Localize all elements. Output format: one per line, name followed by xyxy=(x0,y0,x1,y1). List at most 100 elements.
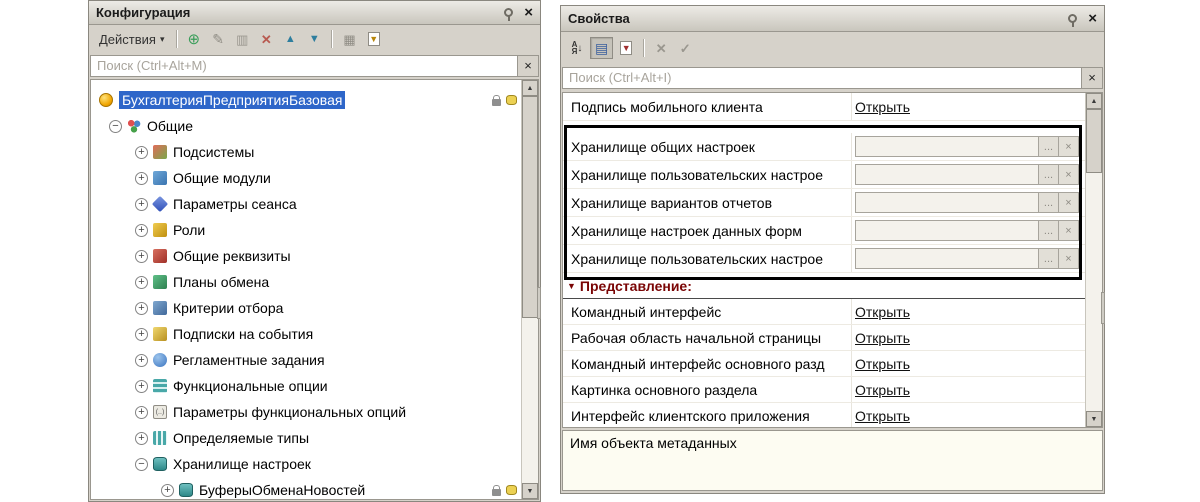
clear-field-button[interactable]: × xyxy=(1058,220,1079,241)
search-clear-button[interactable]: × xyxy=(1082,66,1103,89)
sort-alphabetical-button[interactable]: АЯ ↓ xyxy=(566,37,588,59)
collapse-icon[interactable]: − xyxy=(109,119,122,133)
apply-button[interactable]: ✓ xyxy=(674,37,696,59)
configuration-tree: БухгалтерияПредприятияБазовая − Общие + … xyxy=(90,79,539,500)
close-icon[interactable]: × xyxy=(524,5,533,20)
delete-button[interactable]: ✕ xyxy=(255,28,277,50)
tree-item-common-modules[interactable]: + Общие модули xyxy=(91,165,538,191)
properties-search-input[interactable] xyxy=(562,66,1082,89)
property-label: Картинка основного раздела xyxy=(571,381,758,398)
tree-item-common[interactable]: − Общие xyxy=(91,113,538,139)
expand-icon[interactable]: + xyxy=(135,431,148,445)
categories-view-button[interactable]: ▤ xyxy=(590,37,614,59)
filter-by-subsystems-button[interactable]: ▼ xyxy=(363,28,385,50)
ellipsis-button[interactable]: ... xyxy=(1038,164,1059,185)
tree-item-roles[interactable]: + Роли xyxy=(91,217,538,243)
storage-value-input[interactable] xyxy=(855,248,1039,269)
properties-titlebar[interactable]: Свойства × xyxy=(561,6,1104,32)
open-link[interactable]: Открыть xyxy=(855,356,910,372)
tree-item-event-subscriptions[interactable]: + Подписки на события xyxy=(91,321,538,347)
expand-icon[interactable]: + xyxy=(135,275,148,289)
expand-icon[interactable]: + xyxy=(135,405,148,419)
roles-icon xyxy=(153,223,167,237)
ellipsis-button[interactable]: ... xyxy=(1038,192,1059,213)
collapse-icon[interactable]: − xyxy=(135,457,148,471)
expand-icon[interactable]: + xyxy=(135,249,148,263)
ellipsis-button[interactable]: ... xyxy=(1038,136,1059,157)
ellipsis-button[interactable]: ... xyxy=(1038,220,1059,241)
settings-storage-icon xyxy=(179,483,193,497)
storage-value-input[interactable] xyxy=(855,220,1039,241)
property-label: Интерфейс клиентского приложения xyxy=(571,407,810,424)
filter-properties-button[interactable]: ▼ xyxy=(615,37,637,59)
expand-icon[interactable]: + xyxy=(135,327,148,341)
pin-icon[interactable] xyxy=(1068,14,1078,27)
property-label: Командный интерфейс основного разд xyxy=(571,355,825,372)
clear-field-button[interactable]: × xyxy=(1058,248,1079,269)
tree-item-filter-criteria[interactable]: + Критерии отбора xyxy=(91,295,538,321)
scroll-up-button[interactable]: ▲ xyxy=(1086,93,1102,109)
storage-value-input[interactable] xyxy=(855,136,1039,157)
subsystems-icon xyxy=(153,145,167,159)
search-input[interactable] xyxy=(90,54,518,77)
scroll-thumb[interactable] xyxy=(522,96,538,318)
open-link[interactable]: Открыть xyxy=(855,304,910,320)
open-link[interactable]: Открыть xyxy=(855,382,910,398)
storage-value-input[interactable] xyxy=(855,192,1039,213)
tree-item-defined-types[interactable]: + Определяемые типы xyxy=(91,425,538,451)
scroll-up-button[interactable]: ▲ xyxy=(522,80,538,96)
tree-item-news-exchange-buffers[interactable]: + БуферыОбменаНовостей xyxy=(91,477,538,499)
tree-item-scheduled-jobs[interactable]: + Регламентные задания xyxy=(91,347,538,373)
tree-item-session-parameters[interactable]: + Параметры сеанса xyxy=(91,191,538,217)
discard-button[interactable]: ✕ xyxy=(650,37,672,59)
tree-item-label: Подсистемы xyxy=(173,144,255,160)
copy-button[interactable]: ▥ xyxy=(231,28,253,50)
settings-storage-icon xyxy=(153,457,167,471)
storage-value-input[interactable] xyxy=(855,164,1039,185)
scroll-down-button[interactable]: ▼ xyxy=(1086,411,1102,427)
expand-icon[interactable]: + xyxy=(135,353,148,367)
tree-scrollbar[interactable]: ▲ ▼ xyxy=(521,80,538,499)
scroll-down-button[interactable]: ▼ xyxy=(522,483,538,499)
clear-field-button[interactable]: × xyxy=(1058,192,1079,213)
tree-item-functional-option-parameters[interactable]: + (..) Параметры функциональных опций xyxy=(91,399,538,425)
edit-button[interactable]: ✎ xyxy=(207,28,229,50)
expand-icon[interactable]: + xyxy=(135,171,148,185)
configuration-titlebar[interactable]: Конфигурация × xyxy=(89,1,540,25)
section-header-presentation[interactable]: ▼ Представление: xyxy=(563,273,1085,299)
expand-icon[interactable]: + xyxy=(135,145,148,159)
functional-options-icon xyxy=(153,379,167,393)
tree-item-common-attributes[interactable]: + Общие реквизиты xyxy=(91,243,538,269)
search-clear-button[interactable]: × xyxy=(518,54,539,77)
tree-item-root[interactable]: БухгалтерияПредприятияБазовая xyxy=(91,87,538,113)
pin-icon[interactable] xyxy=(504,8,514,21)
scroll-thumb[interactable] xyxy=(1086,109,1102,173)
expand-icon[interactable]: + xyxy=(135,379,148,393)
section-collapse-icon: ▼ xyxy=(567,280,576,291)
expand-icon[interactable]: + xyxy=(135,223,148,237)
clear-field-button[interactable]: × xyxy=(1058,136,1079,157)
grid-view-button[interactable]: ▦ xyxy=(338,28,360,50)
clear-field-button[interactable]: × xyxy=(1058,164,1079,185)
actions-menu-button[interactable]: Действия ▾ xyxy=(94,28,170,50)
open-link[interactable]: Открыть xyxy=(855,99,910,115)
move-down-button[interactable]: ▼ xyxy=(303,28,325,50)
expand-icon[interactable]: + xyxy=(161,483,174,497)
properties-scrollbar[interactable]: ▲ ▼ xyxy=(1085,93,1102,427)
open-link[interactable]: Открыть xyxy=(855,330,910,346)
tree-item-functional-options[interactable]: + Функциональные опции xyxy=(91,373,538,399)
tree-item-settings-storage[interactable]: − Хранилище настроек xyxy=(91,451,538,477)
exchange-plans-icon xyxy=(153,275,167,289)
move-up-button[interactable]: ▲ xyxy=(279,28,301,50)
open-link[interactable]: Открыть xyxy=(855,408,910,424)
add-button[interactable]: ⊕ xyxy=(183,28,206,50)
expand-icon[interactable]: + xyxy=(135,301,148,315)
close-icon[interactable]: × xyxy=(1088,11,1097,26)
panel-splitter-handle[interactable] xyxy=(1101,292,1105,324)
panel-splitter-handle[interactable] xyxy=(537,287,541,319)
expand-icon[interactable]: + xyxy=(135,197,148,211)
ellipsis-button[interactable]: ... xyxy=(1038,248,1059,269)
tree-item-exchange-plans[interactable]: + Планы обмена xyxy=(91,269,538,295)
tree-item-label: БуферыОбменаНовостей xyxy=(199,482,366,498)
tree-item-subsystems[interactable]: + Подсистемы xyxy=(91,139,538,165)
